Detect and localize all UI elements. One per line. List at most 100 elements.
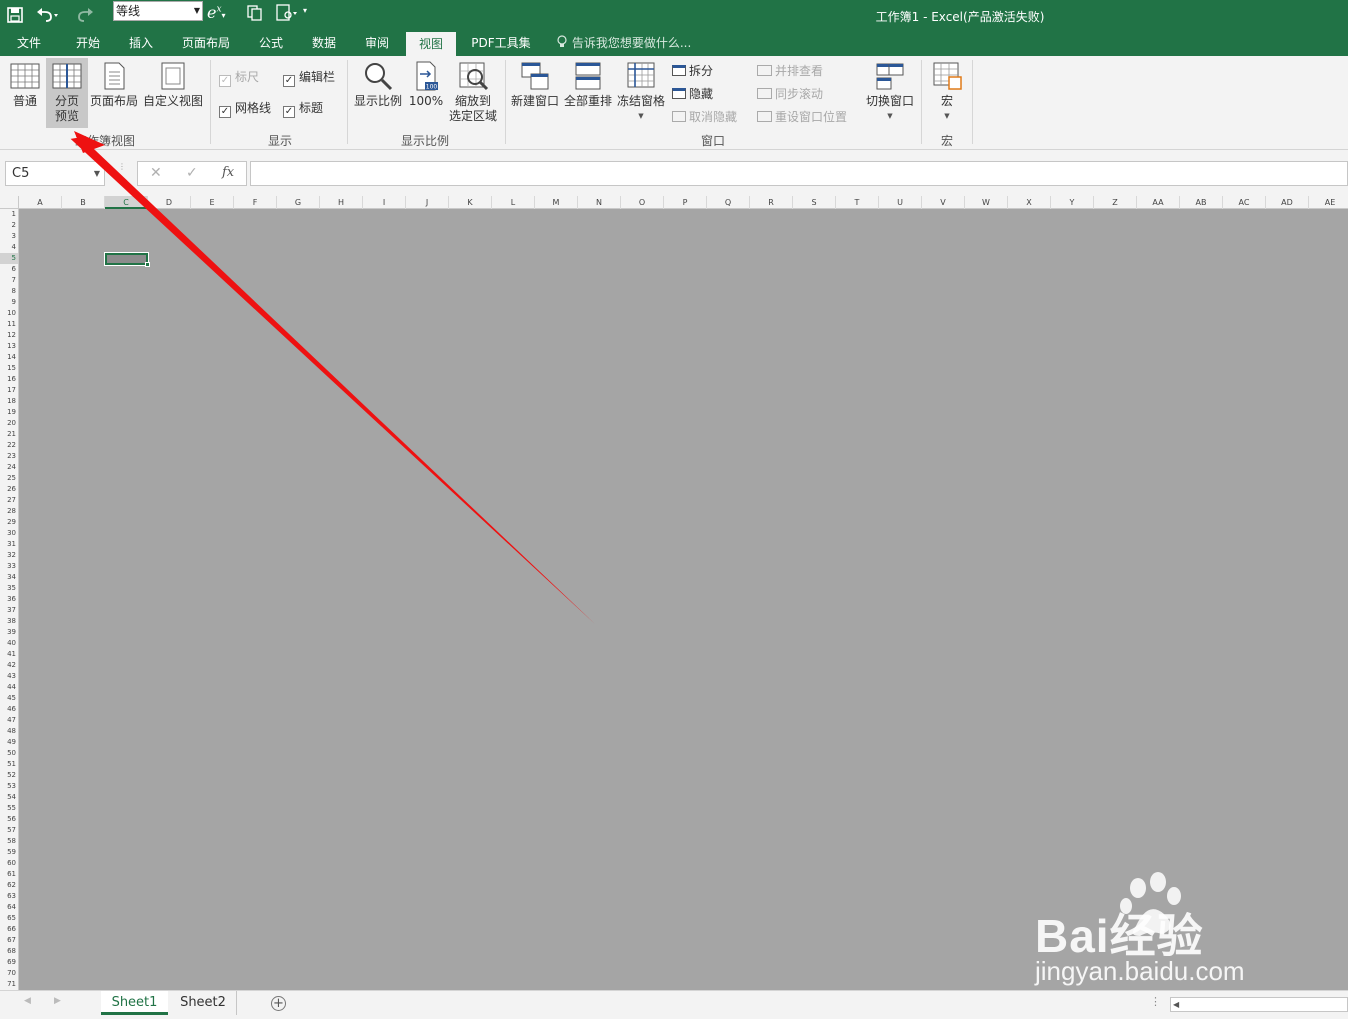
row-header-70[interactable]: 70 xyxy=(0,968,18,979)
row-header-67[interactable]: 67 xyxy=(0,935,18,946)
row-header-30[interactable]: 30 xyxy=(0,528,18,539)
column-header-f[interactable]: F xyxy=(234,196,277,209)
row-header-60[interactable]: 60 xyxy=(0,858,18,869)
print-preview-icon[interactable] xyxy=(275,4,297,22)
insert-function-icon[interactable]: fx xyxy=(222,165,234,180)
row-header-56[interactable]: 56 xyxy=(0,814,18,825)
column-header-d[interactable]: D xyxy=(148,196,191,209)
formula-input[interactable] xyxy=(250,161,1348,186)
row-header-7[interactable]: 7 xyxy=(0,275,18,286)
ruler-checkbox[interactable]: ✓ 标尺 xyxy=(219,70,259,87)
row-header-21[interactable]: 21 xyxy=(0,429,18,440)
row-header-40[interactable]: 40 xyxy=(0,638,18,649)
tab-file[interactable]: 文件 xyxy=(0,31,58,56)
row-header-48[interactable]: 48 xyxy=(0,726,18,737)
new-window-button[interactable]: 新建窗口 xyxy=(510,60,560,109)
select-all-corner[interactable] xyxy=(0,196,19,209)
horizontal-scrollbar[interactable]: ◀ xyxy=(1170,997,1348,1012)
row-header-37[interactable]: 37 xyxy=(0,605,18,616)
row-header-42[interactable]: 42 xyxy=(0,660,18,671)
row-header-51[interactable]: 51 xyxy=(0,759,18,770)
tab-review[interactable]: 审阅 xyxy=(353,31,401,56)
column-header-g[interactable]: G xyxy=(277,196,320,209)
row-header-11[interactable]: 11 xyxy=(0,319,18,330)
column-header-x[interactable]: X xyxy=(1008,196,1051,209)
column-header-h[interactable]: H xyxy=(320,196,363,209)
column-header-o[interactable]: O xyxy=(621,196,664,209)
column-header-q[interactable]: Q xyxy=(707,196,750,209)
row-header-35[interactable]: 35 xyxy=(0,583,18,594)
sheet-tab-sheet2[interactable]: Sheet2 xyxy=(170,991,237,1015)
sync-scroll-button[interactable]: 同步滚动 xyxy=(757,87,823,101)
column-header-ac[interactable]: AC xyxy=(1223,196,1266,209)
row-header-34[interactable]: 34 xyxy=(0,572,18,583)
switch-windows-button[interactable]: 切换窗口 ▼ xyxy=(864,60,916,124)
tab-page-layout[interactable]: 页面布局 xyxy=(172,31,240,56)
row-header-32[interactable]: 32 xyxy=(0,550,18,561)
row-header-45[interactable]: 45 xyxy=(0,693,18,704)
row-header-25[interactable]: 25 xyxy=(0,473,18,484)
tab-view[interactable]: 视图 xyxy=(406,32,456,56)
row-header-61[interactable]: 61 xyxy=(0,869,18,880)
splitter-dots-icon[interactable]: ⋮ xyxy=(1150,995,1161,1008)
row-header-20[interactable]: 20 xyxy=(0,418,18,429)
row-header-9[interactable]: 9 xyxy=(0,297,18,308)
column-header-u[interactable]: U xyxy=(879,196,922,209)
tab-data[interactable]: 数据 xyxy=(300,31,348,56)
resize-dots-icon[interactable]: ⋮ xyxy=(118,163,126,182)
active-cell-c5[interactable] xyxy=(104,252,150,267)
redo-icon[interactable] xyxy=(75,6,99,24)
column-header-ad[interactable]: AD xyxy=(1266,196,1309,209)
side-by-side-button[interactable]: 并排查看 xyxy=(757,64,823,78)
row-header-16[interactable]: 16 xyxy=(0,374,18,385)
row-header-41[interactable]: 41 xyxy=(0,649,18,660)
column-header-w[interactable]: W xyxy=(965,196,1008,209)
row-header-39[interactable]: 39 xyxy=(0,627,18,638)
freeze-panes-button[interactable]: 冻结窗格 ▼ xyxy=(616,60,666,124)
page-layout-view-button[interactable]: 页面布局 xyxy=(89,60,139,109)
column-header-s[interactable]: S xyxy=(793,196,836,209)
cancel-icon[interactable]: ✕ xyxy=(150,165,162,181)
column-header-e[interactable]: E xyxy=(191,196,234,209)
row-header-17[interactable]: 17 xyxy=(0,385,18,396)
row-header-12[interactable]: 12 xyxy=(0,330,18,341)
row-header-6[interactable]: 6 xyxy=(0,264,18,275)
row-header-4[interactable]: 4 xyxy=(0,242,18,253)
normal-view-button[interactable]: 普通 xyxy=(5,60,45,109)
row-header-55[interactable]: 55 xyxy=(0,803,18,814)
row-header-5[interactable]: 5 xyxy=(0,253,18,264)
column-header-c[interactable]: C xyxy=(105,196,148,209)
row-header-29[interactable]: 29 xyxy=(0,517,18,528)
hide-button[interactable]: 隐藏 xyxy=(672,87,713,101)
row-header-49[interactable]: 49 xyxy=(0,737,18,748)
row-header-58[interactable]: 58 xyxy=(0,836,18,847)
row-header-8[interactable]: 8 xyxy=(0,286,18,297)
tab-insert[interactable]: 插入 xyxy=(117,31,165,56)
row-header-10[interactable]: 10 xyxy=(0,308,18,319)
column-header-ae[interactable]: AE xyxy=(1309,196,1348,209)
zoom-button[interactable]: 显示比例 xyxy=(352,60,404,109)
column-header-v[interactable]: V xyxy=(922,196,965,209)
row-header-13[interactable]: 13 xyxy=(0,341,18,352)
column-header-m[interactable]: M xyxy=(535,196,578,209)
column-header-z[interactable]: Z xyxy=(1094,196,1137,209)
column-header-k[interactable]: K xyxy=(449,196,492,209)
add-sheet-icon[interactable]: + xyxy=(271,996,286,1011)
column-header-b[interactable]: B xyxy=(62,196,105,209)
row-header-54[interactable]: 54 xyxy=(0,792,18,803)
row-header-71[interactable]: 71 xyxy=(0,979,18,990)
column-header-r[interactable]: R xyxy=(750,196,793,209)
undo-icon[interactable] xyxy=(35,6,59,24)
column-header-p[interactable]: P xyxy=(664,196,707,209)
column-header-t[interactable]: T xyxy=(836,196,879,209)
row-header-68[interactable]: 68 xyxy=(0,946,18,957)
row-header-44[interactable]: 44 xyxy=(0,682,18,693)
headings-checkbox[interactable]: ✓ 标题 xyxy=(283,101,323,118)
column-header-a[interactable]: A xyxy=(19,196,62,209)
row-header-24[interactable]: 24 xyxy=(0,462,18,473)
row-header-47[interactable]: 47 xyxy=(0,715,18,726)
font-select[interactable]: 等线 ▼ xyxy=(113,1,203,21)
scroll-left-icon[interactable]: ◀ xyxy=(24,996,31,1006)
column-header-n[interactable]: N xyxy=(578,196,621,209)
copy-icon[interactable] xyxy=(247,5,263,21)
